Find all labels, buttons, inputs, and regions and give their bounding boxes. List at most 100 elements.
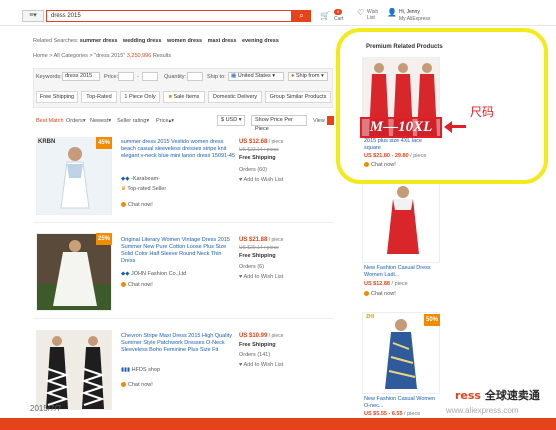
add-to-wish-list[interactable]: ♥ Add to Wish List xyxy=(239,362,283,368)
keywords-input[interactable]: dress 2015 xyxy=(62,72,100,81)
grid-view-icon[interactable] xyxy=(327,116,334,125)
wish-label: Add to Wish List xyxy=(243,274,284,280)
cart-count-badge: 0 xyxy=(334,9,342,15)
seller-name[interactable]: ◆◆ -Karabeam- xyxy=(121,176,160,182)
price-min-input[interactable] xyxy=(118,72,134,81)
chip-one-piece-only[interactable]: 1 Piece Only xyxy=(120,91,160,103)
my-aliexpress-link[interactable]: My AliExpress xyxy=(399,16,430,22)
cart-icon[interactable]: 🛒 xyxy=(320,11,330,20)
product-title-link[interactable]: Chevron Stripe Maxi Dress 2015 High Qual… xyxy=(121,333,236,354)
price-max-input[interactable] xyxy=(142,72,158,81)
ship-to-value: United States xyxy=(237,73,271,79)
chip-group-similar[interactable]: Group Similar Products xyxy=(265,91,331,103)
breadcrumb-all-categories[interactable]: All Categories xyxy=(54,53,88,59)
heart-icon[interactable]: ♡ xyxy=(357,8,364,17)
arrow-head-icon xyxy=(444,121,452,133)
account-greeting[interactable]: Hi, Jenny xyxy=(399,9,420,15)
orders-count[interactable]: Orders (141) xyxy=(239,352,270,358)
product-title-link[interactable]: Original Literary Women Vintage Dress 20… xyxy=(121,237,236,265)
brand-logo: KRBN xyxy=(38,139,56,145)
user-icon[interactable]: 👤 xyxy=(387,8,397,17)
ship-to-select[interactable]: ▦ United States ▾ xyxy=(228,72,284,81)
seller-name-label: -Karabeam- xyxy=(131,176,161,182)
add-to-wish-list[interactable]: ♥ Add to Wish List xyxy=(239,177,283,183)
discount-badge: 45% xyxy=(96,137,112,149)
related-term[interactable]: wedding dress xyxy=(123,38,162,44)
result-count: 3,250,996 xyxy=(125,53,152,59)
sale-icon: ■ xyxy=(168,94,172,100)
sort-best-match[interactable]: Best Match xyxy=(36,118,64,124)
chip-domestic-delivery[interactable]: Domestic Delivery xyxy=(208,91,262,103)
price-label: Price: xyxy=(104,74,119,80)
sidebar-product-image[interactable] xyxy=(362,181,440,263)
sort-seller-rating[interactable]: Seller rating▾ xyxy=(117,118,149,124)
orders-count[interactable]: Orders (60) xyxy=(239,167,267,173)
breadcrumb-home[interactable]: Home xyxy=(33,53,48,59)
seller-icon: ◆◆ xyxy=(121,176,130,182)
show-price-per-piece-toggle[interactable]: Show Price Per Piece xyxy=(251,115,307,132)
sidebar-product-title[interactable]: New Fashion Casual Dress Women Ladi... xyxy=(364,265,440,279)
sidebar-product-title[interactable]: New Fashion Casual Women O-nec... xyxy=(364,396,440,410)
chip-top-rated[interactable]: Top-Rated xyxy=(81,91,117,103)
chip-free-shipping[interactable]: Free Shipping xyxy=(36,91,78,103)
chat-now-link[interactable]: Chat now! xyxy=(121,282,153,288)
slide-date: 2015/7/7 xyxy=(30,404,62,413)
chat-now-link[interactable]: Chat now! xyxy=(121,202,153,208)
sort-arrow-icon: ▾ xyxy=(82,118,86,124)
seller-name-label: HFDS shop xyxy=(131,367,161,373)
product-title-link[interactable]: summer dress 2015 Vestido women dress be… xyxy=(121,139,236,160)
site-url: www.aliexpress.com xyxy=(446,406,519,415)
chevron-down-icon: ▾ xyxy=(272,73,276,79)
divider xyxy=(33,318,333,319)
wish-label: Add to Wish List xyxy=(243,177,284,183)
seller-icon: ▮▮▮ xyxy=(121,367,131,373)
related-term[interactable]: evening dress xyxy=(242,38,279,44)
chat-now-link[interactable]: Chat now! xyxy=(121,382,153,388)
category-menu-button[interactable]: ≡▾ xyxy=(22,10,44,22)
search-input[interactable]: dress 2015 xyxy=(46,10,292,22)
related-term[interactable]: women dress xyxy=(167,38,202,44)
ship-from-select[interactable]: ● Ship from ▾ xyxy=(288,72,328,81)
currency-select[interactable]: $ USD ▾ xyxy=(217,115,245,126)
product-image[interactable] xyxy=(36,330,112,410)
chip-sale-items-label: Sale Items xyxy=(173,94,200,100)
price-value: US $5.55 - 6.55 xyxy=(364,411,403,417)
keywords-label: Keywords: xyxy=(36,74,62,80)
chat-now-label: Chat now! xyxy=(128,282,153,288)
cart-label[interactable]: Cart xyxy=(334,16,343,22)
add-to-wish-list[interactable]: ♥ Add to Wish List xyxy=(239,274,283,280)
highlight-outline xyxy=(336,28,548,184)
top-rated-badge: ♛ Top-rated Seller xyxy=(121,186,166,192)
chip-sale-items[interactable]: ■ Sale Items xyxy=(163,91,205,103)
chat-now-label: Chat now! xyxy=(371,291,396,297)
breadcrumb: Home > All Categories > "dress 2015" 3,2… xyxy=(33,53,171,59)
chat-icon xyxy=(364,291,369,297)
ship-to-label: Ship to: xyxy=(207,74,226,80)
chat-icon xyxy=(121,382,126,388)
sort-arrow-icon: ▾ xyxy=(146,118,150,124)
seller-name[interactable]: ◆◆ JOHN Fashion Co.,Ltd xyxy=(121,271,186,277)
divider xyxy=(33,222,333,223)
original-price: US $29.14 / piece xyxy=(239,245,279,251)
sort-orders[interactable]: Orders▾ xyxy=(66,118,86,124)
search-button[interactable]: ⌕ xyxy=(292,10,311,22)
banner-chinese: 全球速卖通 xyxy=(484,389,540,402)
heart-icon: ♥ xyxy=(239,274,243,280)
currency-value: $ USD xyxy=(221,117,238,123)
wish-label: Add to Wish List xyxy=(243,362,284,368)
free-shipping-label: Free Shipping xyxy=(239,155,276,161)
banner-prefix: ress xyxy=(455,389,481,402)
sort-newest[interactable]: Newest▾ xyxy=(90,118,111,124)
wish-list-link[interactable]: Wish List xyxy=(367,9,383,21)
price-value: US $21.88 xyxy=(239,237,268,243)
chat-now-link[interactable]: Chat now! xyxy=(364,291,396,297)
related-term[interactable]: summer dress xyxy=(80,38,118,44)
related-term[interactable]: maxi dress xyxy=(208,38,237,44)
quantity-input[interactable] xyxy=(187,72,203,81)
price-unit: / piece xyxy=(390,281,408,287)
sort-arrow-icon: ▾ xyxy=(108,118,112,124)
seller-name[interactable]: ▮▮▮ HFDS shop xyxy=(121,367,160,373)
chat-now-label: Chat now! xyxy=(128,382,153,388)
sort-price[interactable]: Price▴▾ xyxy=(156,118,174,124)
orders-count[interactable]: Orders (6) xyxy=(239,264,264,270)
